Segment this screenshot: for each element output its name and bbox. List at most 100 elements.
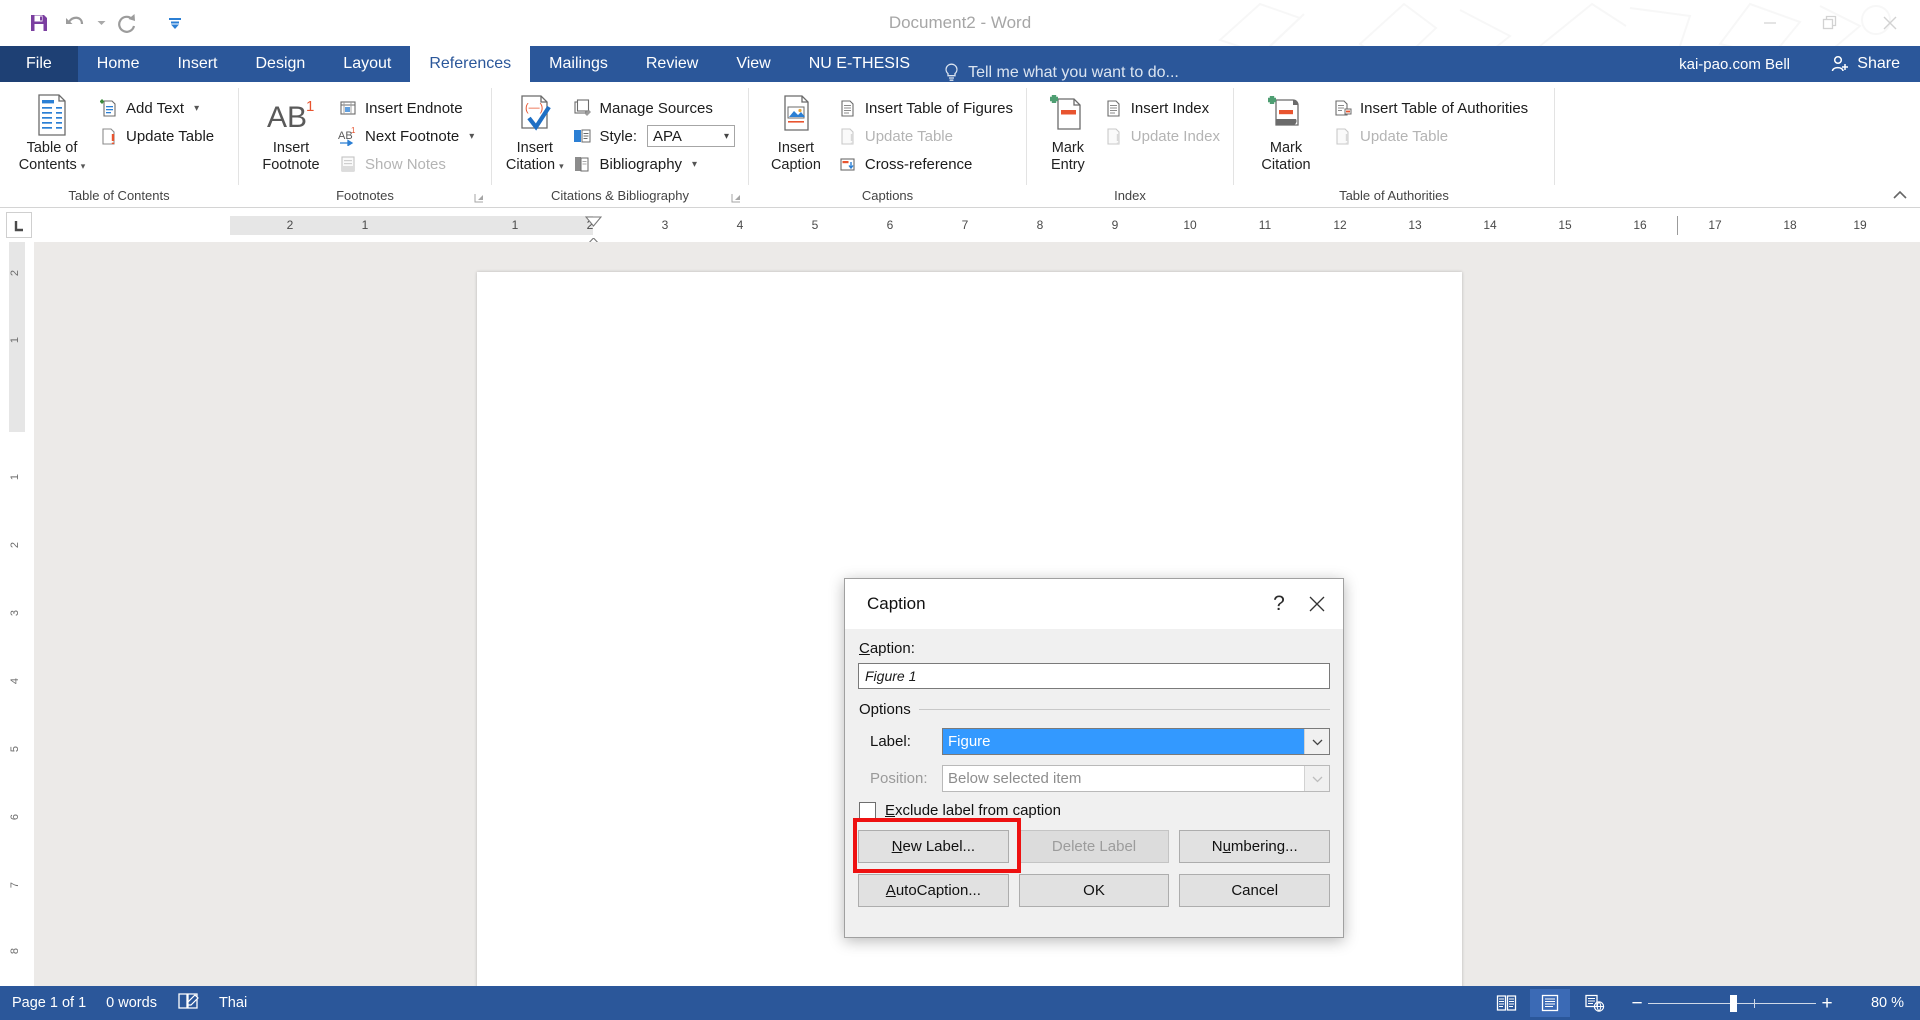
label-combo[interactable]: Figure <box>942 728 1330 755</box>
minimize-icon[interactable] <box>1740 0 1800 46</box>
caption-input[interactable]: Figure 1 <box>858 663 1330 689</box>
first-line-indent-marker[interactable] <box>585 216 602 227</box>
tab-nu-ethesis[interactable]: NU E-THESIS <box>790 46 929 82</box>
right-indent-marker[interactable] <box>1677 216 1678 235</box>
update-table-authorities-button[interactable]: Update Table <box>1329 123 1534 149</box>
tab-review[interactable]: Review <box>627 46 717 82</box>
citation-style-combo[interactable]: APA ▾ <box>647 125 735 147</box>
zoom-in-button[interactable]: + <box>1816 994 1838 1013</box>
chevron-down-icon[interactable]: ▾ <box>692 159 697 170</box>
next-footnote-button[interactable]: AB 1 Next Footnote ▾ <box>334 123 480 149</box>
chevron-down-icon[interactable]: ▾ <box>81 161 86 171</box>
horizontal-ruler[interactable]: 2 1 1 2 3 4 5 6 7 8 9 10 11 12 13 14 15 … <box>230 216 1867 251</box>
show-notes-button[interactable]: Show Notes <box>334 151 480 177</box>
tab-file[interactable]: File <box>0 46 78 82</box>
exclude-label-checkbox[interactable] <box>859 802 876 819</box>
insert-caption-button[interactable]: Insert Caption <box>758 89 834 174</box>
mark-entry-button[interactable]: Mark Entry <box>1036 89 1100 174</box>
tab-stop-selector[interactable] <box>6 212 32 238</box>
chevron-down-icon[interactable]: ▾ <box>469 131 474 142</box>
tab-mailings[interactable]: Mailings <box>530 46 627 82</box>
update-table-figures-button[interactable]: Update Table <box>834 123 1019 149</box>
exclude-label-text: Exclude label from caption <box>885 802 1061 819</box>
collapse-ribbon-icon[interactable] <box>1892 189 1908 201</box>
title-bar: Document2 - Word <box>0 0 1920 46</box>
insert-endnote-button[interactable]: Insert Endnote <box>334 95 480 121</box>
help-question-icon[interactable]: ? <box>1259 592 1299 616</box>
zoom-level[interactable]: 80 % <box>1850 995 1904 1011</box>
chevron-down-icon[interactable]: ▾ <box>194 103 199 114</box>
label-field-label: Label: <box>870 733 911 750</box>
proofing-errors-icon[interactable] <box>177 992 199 1014</box>
chevron-down-icon[interactable]: ▾ <box>559 161 564 171</box>
zoom-out-button[interactable]: − <box>1626 994 1648 1013</box>
insert-citation-label-1: Insert <box>516 140 553 156</box>
ruler-label: 7 <box>961 218 969 232</box>
account-name[interactable]: kai-pao.com Bell <box>1679 46 1790 82</box>
ruler-bar: 2 1 1 2 3 4 5 6 7 8 9 10 11 12 13 14 15 … <box>0 208 1920 251</box>
word-count[interactable]: 0 words <box>106 995 157 1011</box>
document-canvas[interactable]: Caption ? Caption: Figure 1 Options Labe… <box>34 242 1920 992</box>
print-layout-icon[interactable] <box>1530 989 1570 1017</box>
update-table-button[interactable]: Update Table <box>95 123 220 149</box>
close-icon[interactable] <box>1299 595 1343 613</box>
redo-icon[interactable] <box>110 7 144 39</box>
language-indicator[interactable]: Thai <box>219 995 247 1011</box>
bibliography-button[interactable]: Bibliography ▾ <box>568 151 741 177</box>
tab-insert[interactable]: Insert <box>158 46 236 82</box>
cancel-button[interactable]: Cancel <box>1179 874 1331 907</box>
zoom-track[interactable] <box>1648 994 1816 1012</box>
autocaption-button[interactable]: AutoCaption... <box>858 874 1009 907</box>
tab-layout[interactable]: Layout <box>324 46 410 82</box>
read-mode-icon[interactable] <box>1486 989 1526 1017</box>
exclude-label-row[interactable]: Exclude label from caption <box>859 802 1330 819</box>
citations-dialog-launcher-icon[interactable] <box>731 193 742 204</box>
group-divider <box>1554 88 1555 185</box>
numbering-button[interactable]: Numbering... <box>1179 830 1331 863</box>
insert-table-of-authorities-label: Insert Table of Authorities <box>1360 99 1529 117</box>
ruler-label: 12 <box>1333 218 1347 232</box>
tab-references[interactable]: References <box>410 46 531 82</box>
ok-button[interactable]: OK <box>1018 874 1170 907</box>
insert-footnote-button[interactable]: AB 1 Insert Footnote <box>248 89 334 174</box>
update-index-button[interactable]: Update Index <box>1100 123 1226 149</box>
table-of-contents-button[interactable]: Table of Contents ▾ <box>9 89 95 175</box>
mark-citation-button[interactable]: Mark Citation <box>1243 89 1329 174</box>
add-text-button[interactable]: Add Text ▾ <box>95 95 220 121</box>
restore-icon[interactable] <box>1800 0 1860 46</box>
zoom-knob[interactable] <box>1730 994 1737 1012</box>
insert-table-of-figures-button[interactable]: Insert Table of Figures <box>834 95 1019 121</box>
citation-style-row[interactable]: Style: APA ▾ <box>568 123 741 149</box>
insert-index-button[interactable]: Insert Index <box>1100 95 1226 121</box>
style-icon <box>571 125 593 147</box>
page-info[interactable]: Page 1 of 1 <box>12 995 86 1011</box>
undo-icon[interactable] <box>58 7 92 39</box>
cross-reference-button[interactable]: Cross-reference <box>834 151 1019 177</box>
tab-home[interactable]: Home <box>78 46 159 82</box>
mark-citation-icon <box>1264 93 1308 137</box>
chevron-down-icon[interactable] <box>1304 729 1329 754</box>
footnotes-dialog-launcher-icon[interactable] <box>474 193 485 204</box>
tell-me-box[interactable]: Tell me what you want to do... <box>929 63 1179 82</box>
tab-design[interactable]: Design <box>236 46 324 82</box>
options-section-header: Options <box>859 701 1330 718</box>
zoom-slider[interactable]: − + <box>1626 994 1838 1013</box>
vertical-ruler[interactable]: 2 1 1 2 3 4 5 6 7 8 9 10 11 12 13 <box>0 242 34 1020</box>
tab-view[interactable]: View <box>717 46 789 82</box>
insert-table-of-authorities-button[interactable]: Insert Table of Authorities <box>1329 95 1534 121</box>
web-layout-icon[interactable] <box>1574 989 1614 1017</box>
insert-citation-button[interactable]: (—) Insert Citation ▾ <box>501 89 568 175</box>
save-icon[interactable] <box>22 7 56 39</box>
manage-sources-label: Manage Sources <box>599 99 713 117</box>
undo-dropdown-icon[interactable] <box>94 7 108 39</box>
customize-qat-icon[interactable] <box>158 7 192 39</box>
manage-sources-button[interactable]: Manage Sources <box>568 95 741 121</box>
close-icon[interactable] <box>1860 0 1920 46</box>
vruler-label: 2 <box>9 270 21 277</box>
insert-endnote-label: Insert Endnote <box>365 99 463 117</box>
position-combo[interactable]: Below selected item <box>942 765 1330 792</box>
cancel-label: Cancel <box>1231 882 1279 899</box>
share-button[interactable]: Share <box>1814 46 1920 82</box>
vruler-label: 7 <box>9 882 21 889</box>
vruler-label: 4 <box>9 678 21 685</box>
